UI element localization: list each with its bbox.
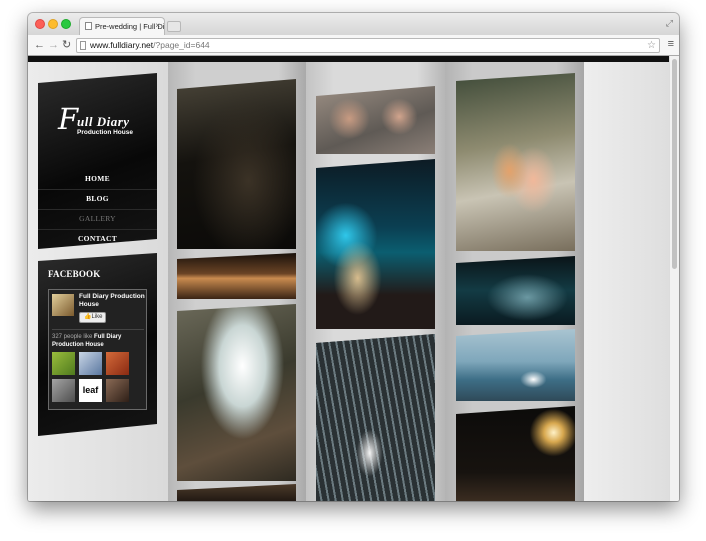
- scrollbar-thumb[interactable]: [672, 59, 677, 269]
- new-tab-button[interactable]: [167, 21, 181, 32]
- nav-blog[interactable]: BLOG: [38, 190, 157, 210]
- forward-icon[interactable]: →: [48, 38, 59, 52]
- star-icon[interactable]: ☆: [647, 39, 656, 52]
- page-viewport: F ull Diary Production House HOME BLOG G…: [28, 56, 679, 501]
- fullscreen-icon[interactable]: ⤢: [666, 18, 673, 29]
- facebook-page-avatar[interactable]: [52, 294, 74, 316]
- gallery-photo[interactable]: [177, 79, 296, 249]
- gallery-photo[interactable]: [316, 159, 435, 329]
- site-logo[interactable]: F ull Diary Production House: [58, 103, 138, 145]
- logo-initial: F: [58, 102, 79, 136]
- nav-home[interactable]: HOME: [38, 170, 157, 190]
- menu-icon[interactable]: ≡: [668, 38, 674, 50]
- fan-avatar[interactable]: [52, 352, 75, 375]
- fan-avatar[interactable]: [52, 379, 75, 402]
- url-path: /?page_id=644: [153, 40, 210, 50]
- tab-close-icon[interactable]: ×: [155, 21, 160, 30]
- maximize-window-button[interactable]: [61, 19, 71, 29]
- menu-panel: F ull Diary Production House HOME BLOG G…: [38, 73, 157, 249]
- like-label: Like: [91, 314, 103, 320]
- fan-avatar-brand[interactable]: leaf: [79, 379, 102, 402]
- page-icon: [85, 22, 92, 30]
- minimize-window-button[interactable]: [48, 19, 58, 29]
- reload-icon[interactable]: ↻: [62, 38, 71, 52]
- facebook-like-button[interactable]: 👍Like: [79, 312, 106, 323]
- nav-gallery[interactable]: GALLERY: [38, 210, 157, 230]
- background-column: [584, 62, 669, 501]
- facebook-heading: FACEBOOK: [48, 269, 101, 279]
- facebook-like-box: Full Diary Production House 👍Like 327 pe…: [48, 289, 147, 410]
- browser-window: Pre-wedding | Full Diary P × ⤢ ← → ↻ www…: [28, 13, 679, 501]
- gallery-photo[interactable]: [316, 86, 435, 154]
- fan-avatar[interactable]: [106, 352, 129, 375]
- gallery-photo[interactable]: [177, 304, 296, 481]
- divider: [52, 329, 144, 330]
- tab-pre-wedding[interactable]: Pre-wedding | Full Diary P ×: [79, 17, 165, 35]
- gallery-photo[interactable]: [456, 406, 575, 501]
- gallery-photo[interactable]: [456, 256, 575, 325]
- facebook-panel: FACEBOOK Full Diary Production House 👍Li…: [38, 253, 157, 436]
- address-bar[interactable]: www.fulldiary.net/?page_id=644 ☆: [76, 38, 660, 53]
- title-bar: Pre-wedding | Full Diary P × ⤢: [28, 13, 679, 35]
- gallery-photo[interactable]: [456, 329, 575, 401]
- gallery-photo[interactable]: [456, 73, 575, 251]
- logo-title: ull Diary: [77, 114, 130, 129]
- likes-count-text: 327 people like: [52, 334, 93, 340]
- facebook-page-name[interactable]: Full Diary Production House: [79, 293, 145, 309]
- vertical-scrollbar[interactable]: [669, 56, 679, 501]
- browser-toolbar: ← → ↻ www.fulldiary.net/?page_id=644 ☆ ≡: [28, 35, 679, 56]
- fan-avatar[interactable]: [79, 352, 102, 375]
- facebook-like-count: 327 people like Full Diary Production Ho…: [52, 333, 146, 349]
- back-icon[interactable]: ←: [34, 38, 45, 52]
- gallery-photo[interactable]: [316, 334, 435, 501]
- logo-subtitle: Production House: [77, 129, 133, 136]
- page-icon: [80, 41, 86, 50]
- gallery-photo[interactable]: [177, 253, 296, 299]
- main-nav: HOME BLOG GALLERY CONTACT: [38, 170, 157, 249]
- url-host: www.fulldiary.net: [90, 40, 154, 50]
- close-window-button[interactable]: [35, 19, 45, 29]
- fan-avatar[interactable]: [106, 379, 129, 402]
